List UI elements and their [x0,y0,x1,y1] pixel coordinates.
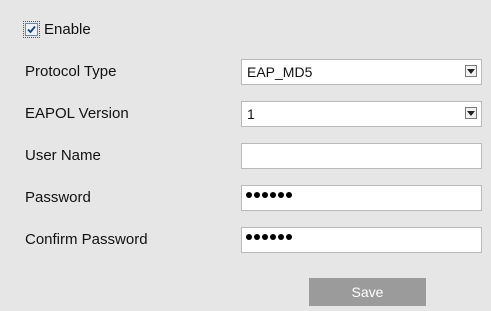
dropdown-arrow[interactable] [465,107,477,119]
user-name-input[interactable] [241,143,482,169]
password-dot [270,192,276,198]
password-dot [246,192,252,198]
confirm-password-label: Confirm Password [25,231,148,248]
confirm-password-input[interactable] [241,227,482,253]
password-dot [246,234,252,240]
check-icon [27,25,36,34]
eapol-version-label: EAPOL Version [25,105,129,122]
password-dot [278,192,284,198]
eapol-version-select[interactable]: 1 [241,101,482,127]
password-dot [254,234,260,240]
password-mask [246,192,292,198]
chevron-down-icon [467,69,475,74]
save-button[interactable]: Save [309,278,426,306]
password-dot [286,192,292,198]
confirm-password-mask [246,234,292,240]
password-dot [262,192,268,198]
protocol-type-select[interactable]: EAP_MD5 [241,59,482,85]
user-name-label: User Name [25,147,101,164]
protocol-type-value: EAP_MD5 [247,64,313,80]
enable-label: Enable [44,21,91,38]
chevron-down-icon [467,111,475,116]
dropdown-arrow[interactable] [465,65,477,77]
eapol-version-value: 1 [247,106,255,122]
password-dot [278,234,284,240]
password-label: Password [25,189,91,206]
enable-checkbox-row[interactable]: Enable [23,21,91,38]
password-dot [286,234,292,240]
password-input[interactable] [241,185,482,211]
enable-checkbox[interactable] [23,21,40,38]
password-dot [254,192,260,198]
password-dot [270,234,276,240]
protocol-type-label: Protocol Type [25,63,117,80]
password-dot [262,234,268,240]
